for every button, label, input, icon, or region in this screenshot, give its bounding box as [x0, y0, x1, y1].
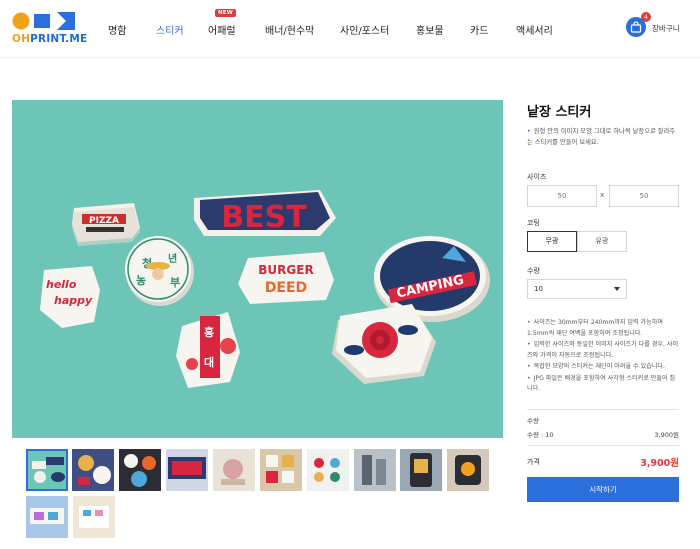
thumbnail-image — [362, 455, 386, 485]
sticker-hello: hello — [46, 278, 77, 291]
note-item: • JPG 파일은 배경을 포함하여 사각형 스티커로 만들어 집니다. — [527, 374, 676, 393]
thumbnail[interactable] — [72, 449, 114, 491]
thumbnail[interactable] — [26, 449, 68, 491]
cart-count-badge: 4 — [641, 12, 651, 22]
divider — [527, 409, 679, 410]
quantity-select-value: 10 — [534, 285, 543, 293]
divider — [527, 445, 679, 446]
shopping-bag-icon — [630, 21, 642, 33]
height-input[interactable]: 50 — [609, 185, 679, 207]
coating-label: 코팅 — [527, 219, 540, 227]
summary-qty-price: 3,900원 — [654, 431, 679, 439]
nav-item-card[interactable]: 카드 — [470, 22, 488, 37]
note-item: • 복잡한 모양의 스티커는 재단이 어려울 수 있습니다. — [527, 363, 665, 370]
quantity-select[interactable]: 10 — [527, 279, 627, 299]
product-description-text: 원형 안의 이미지 모양 그대로 하나씩 낱장으로 잘라주는 스티커를 만들어 … — [527, 128, 676, 146]
sticker-red-char-1: 홍 — [204, 325, 214, 339]
product-description: • 원형 안의 이미지 모양 그대로 하나씩 낱장으로 잘라주는 스티커를 만들어… — [527, 128, 676, 146]
sticker-best: BEST — [221, 200, 307, 235]
thumbnail-image — [30, 508, 64, 524]
nav-item-sign-poster[interactable]: 사인/포스터 — [340, 22, 389, 37]
quantity-label: 수량 — [527, 267, 540, 275]
nav-item-sticker[interactable]: 스티커 — [156, 22, 184, 37]
nav-item-accessory[interactable]: 액세서리 — [516, 22, 553, 37]
nav-item-banner[interactable]: 배너/현수막 — [265, 22, 314, 37]
sticker-burger: BURGER — [258, 263, 313, 277]
coating-glossy-button[interactable]: 유광 — [577, 231, 627, 252]
brand-logo[interactable]: OHPRINT.ME — [12, 11, 87, 47]
product-title: 낱장 스티커 — [527, 105, 592, 120]
chevron-down-icon — [614, 287, 620, 291]
sticker-happy: happy — [54, 294, 93, 307]
nav-item-apparel[interactable]: 어패럴 — [208, 22, 236, 37]
thumbnail-image — [455, 455, 481, 485]
thumbnail-image — [314, 458, 340, 482]
thumbnail-image — [124, 454, 156, 487]
thumbnail[interactable] — [354, 449, 396, 491]
sticker-farmer-char-2: 년 — [168, 252, 177, 265]
sticker-collage-illustration: PIZZA BEST 청 년 농 부 hello happy BURGER DE… — [12, 100, 503, 438]
thumbnail-image — [266, 455, 294, 483]
summary-qty-title: 수량 — [527, 417, 539, 425]
start-button[interactable]: 시작하기 — [527, 477, 679, 502]
thumbnail[interactable] — [307, 449, 349, 491]
cart-label[interactable]: 장바구니 — [652, 23, 680, 34]
note-item: • 사이즈는 30mm부터 240mm까지 입력 가능하며 1.5mm씩 재단 여… — [527, 319, 663, 337]
thumbnail[interactable] — [166, 449, 208, 491]
thumbnail[interactable] — [447, 449, 489, 491]
thumbnail[interactable] — [213, 449, 255, 491]
thumbnail-image — [410, 453, 432, 487]
summary-qty-line: 수량 : 10 — [527, 431, 554, 439]
nav-item-promo[interactable]: 홍보물 — [416, 22, 444, 37]
sticker-deed: DEED — [265, 280, 307, 296]
sticker-red-char-2: 대 — [204, 355, 214, 369]
size-separator: x — [600, 191, 605, 199]
thumbnail-image — [32, 457, 65, 483]
thumbnail[interactable] — [26, 496, 68, 538]
thumbnail-image — [221, 459, 245, 485]
thumbnail[interactable] — [119, 449, 161, 491]
site-header: OHPRINT.ME 명함 스티커 NEW 어패럴 배너/현수막 사인/포스터 … — [0, 0, 700, 58]
thumbnail-image — [79, 506, 109, 528]
width-input[interactable]: 50 — [527, 185, 597, 207]
thumbnail[interactable] — [260, 449, 302, 491]
new-badge: NEW — [215, 9, 237, 17]
thumbnail[interactable] — [400, 449, 442, 491]
sticker-pizza: PIZZA — [89, 216, 119, 226]
logo-text: OHPRINT.ME — [12, 33, 88, 45]
main-product-image[interactable]: PIZZA BEST 청 년 농 부 hello happy BURGER DE… — [12, 100, 503, 438]
thumbnail[interactable] — [73, 496, 115, 538]
note-item: • 입력한 사이즈와 동일한 이미지 사이즈가 다를 경우, 사이즈와 가격이 자… — [527, 341, 679, 359]
coating-matte-button[interactable]: 무광 — [527, 231, 577, 252]
price-label: 가격 — [527, 458, 540, 466]
sticker-farmer-char-4: 부 — [170, 276, 180, 289]
sticker-farmer-char-3: 농 — [136, 274, 146, 287]
size-label: 사이즈 — [527, 173, 547, 181]
thumbnail-image — [168, 457, 206, 479]
nav-item-business-card[interactable]: 명함 — [108, 22, 126, 37]
total-price: 3,900원 — [640, 458, 679, 469]
logo-shapes-icon — [12, 12, 75, 30]
notes-list: • 사이즈는 30mm부터 240mm까지 입력 가능하며 1.5mm씩 재단 여… — [527, 318, 679, 396]
thumbnail-image — [78, 455, 111, 485]
